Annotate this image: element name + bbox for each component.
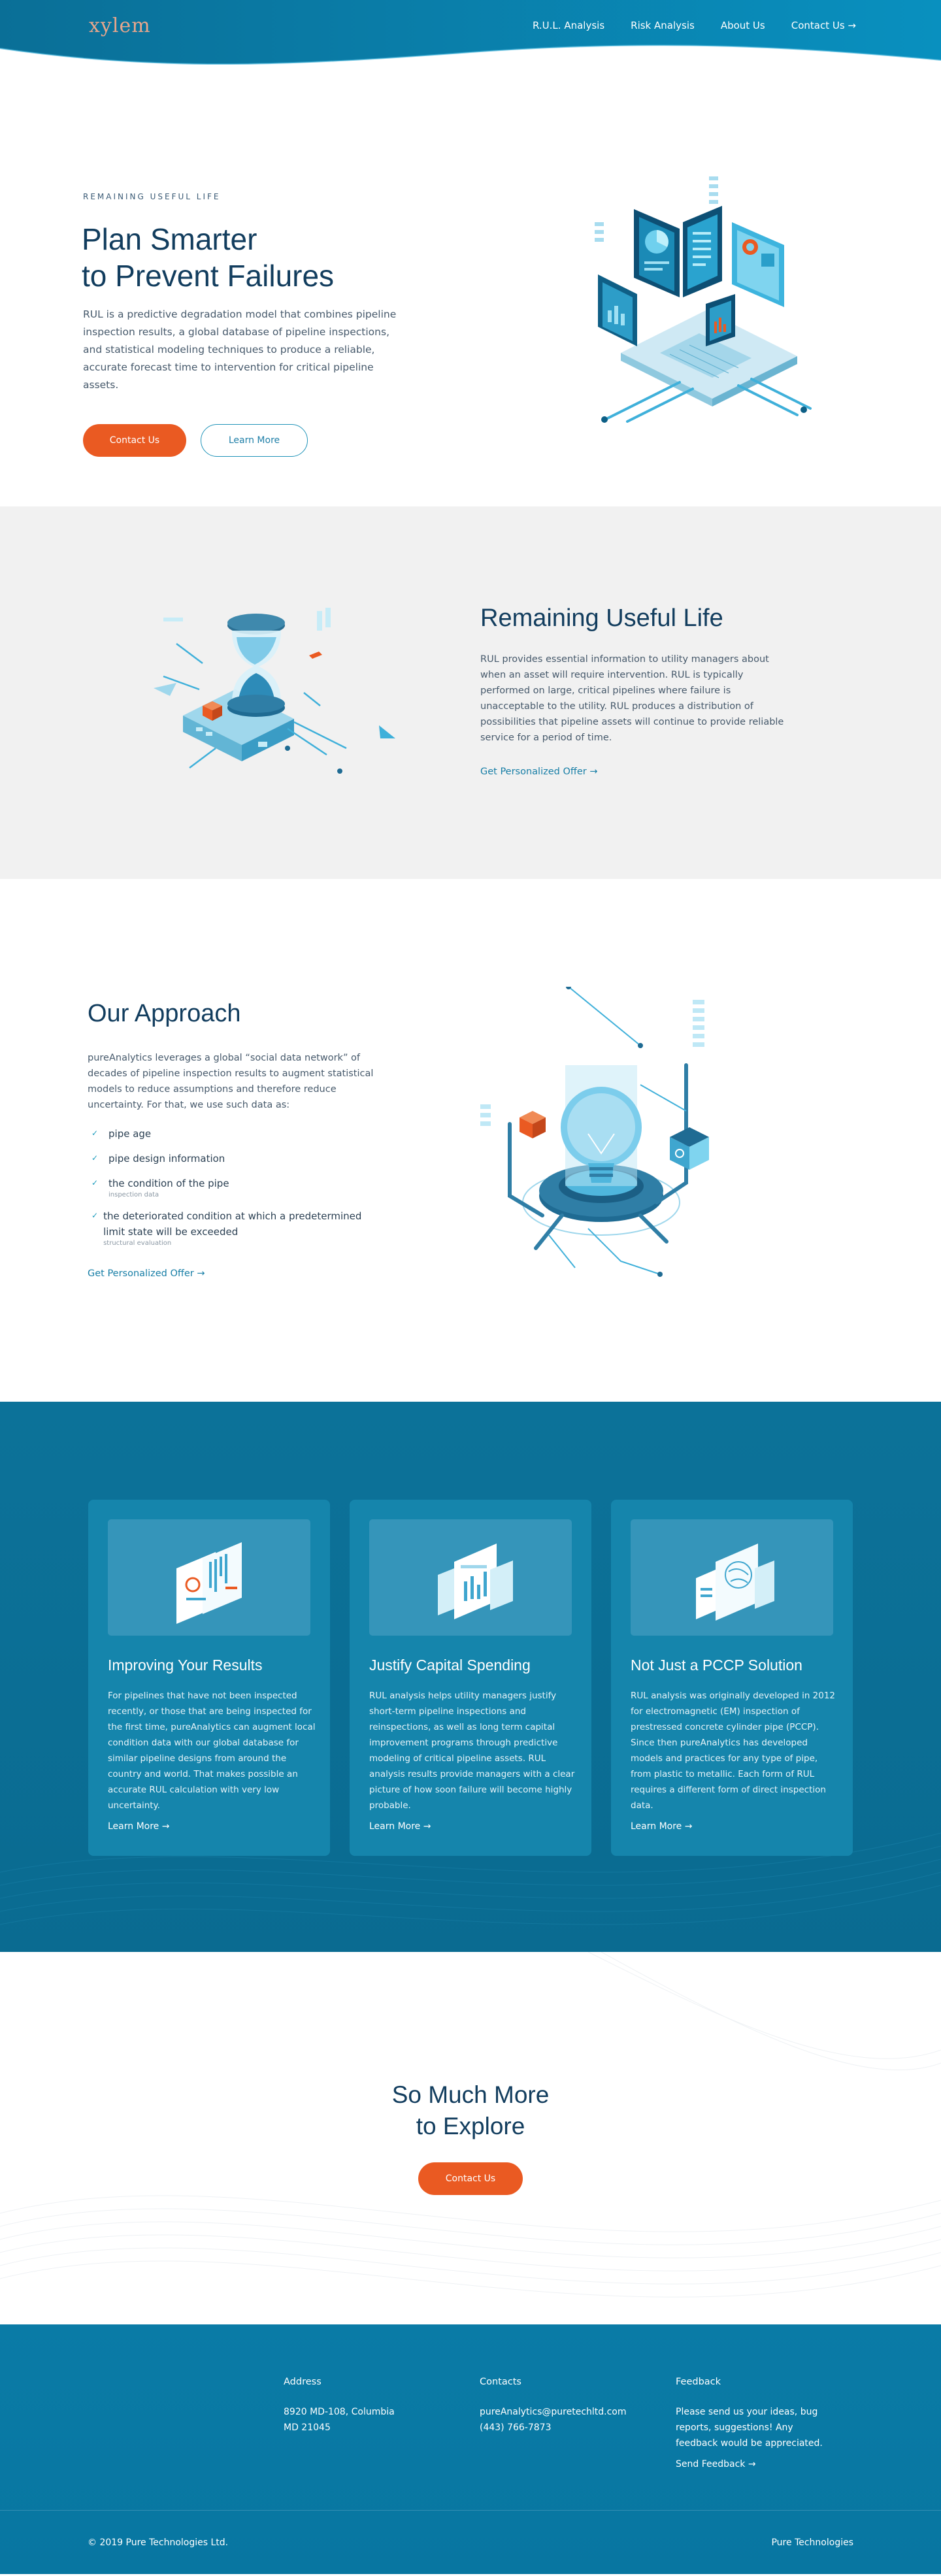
explore-title: So Much More to Explore — [0, 2079, 941, 2142]
lightbulb-illustration — [480, 987, 709, 1277]
card-learn-more-link[interactable]: Learn More → — [108, 1821, 169, 1832]
card-title: Not Just a PCCP Solution — [631, 1657, 802, 1674]
nav-risk-analysis[interactable]: Risk Analysis — [631, 20, 695, 31]
list-item: ✓ pipe design information — [91, 1151, 379, 1166]
list-item-text: the deteriorated condition at which a pr… — [103, 1210, 362, 1238]
list-item-text: pipe age — [108, 1128, 152, 1140]
checkmark-icon: ✓ — [91, 1129, 99, 1138]
feature-thumbnail — [631, 1519, 833, 1636]
footer-contacts: Contacts pureAnalytics@puretechltd.com (… — [480, 2377, 636, 2436]
list-item: ✓ pipe age — [91, 1126, 379, 1142]
rul-offer-link[interactable]: Get Personalized Offer → — [480, 767, 598, 777]
dashboard-illustration — [595, 176, 812, 423]
checkmark-icon: ✓ — [91, 1153, 99, 1163]
footer-divider — [0, 2510, 941, 2511]
hero-learn-more-button[interactable]: Learn More — [201, 424, 308, 457]
footer-feedback: Feedback Please send us your ideas, bug … — [676, 2377, 833, 2469]
card-text: RUL analysis was originally developed in… — [631, 1691, 836, 1811]
explore-title-line1: So Much More — [391, 2081, 550, 2108]
rul-title: Remaining Useful Life — [480, 604, 723, 632]
card-learn-more-link[interactable]: Learn More → — [369, 1821, 431, 1832]
card-text: RUL analysis helps utility managers just… — [369, 1691, 575, 1811]
send-feedback-link[interactable]: Send Feedback → — [676, 2459, 833, 2469]
card-text: For pipelines that have not been inspect… — [108, 1691, 316, 1811]
approach-offer-link[interactable]: Get Personalized Offer → — [88, 1268, 205, 1279]
hero-title-line1: Plan Smarter — [82, 222, 257, 256]
phone-link[interactable]: (443) 766-7873 — [480, 2420, 636, 2436]
feedback-text: Please send us your ideas, bug reports, … — [676, 2407, 823, 2449]
approach-data-list: ✓ pipe age ✓ pipe design information ✓ t… — [91, 1126, 379, 1257]
footer-address: Address 8920 MD-108, Columbia MD 21045 — [284, 2377, 440, 2436]
feature-thumbnail — [369, 1519, 572, 1636]
address-line: MD 21045 — [284, 2422, 331, 2433]
copyright: © 2019 Pure Technologies Ltd. — [88, 2537, 229, 2548]
rul-description: RUL provides essential information to ut… — [480, 654, 784, 743]
nav-about-us[interactable]: About Us — [721, 20, 765, 31]
card-title: Justify Capital Spending — [369, 1657, 531, 1674]
email-link[interactable]: pureAnalytics@puretechltd.com — [480, 2404, 636, 2420]
list-item: ✓ the deteriorated condition at which a … — [91, 1208, 379, 1247]
hero-contact-button[interactable]: Contact Us — [83, 424, 186, 457]
approach-section: Our Approach pureAnalytics leverages a g… — [0, 879, 941, 1402]
footer-heading: Contacts — [480, 2377, 521, 2387]
main-nav: R.U.L. Analysis Risk Analysis About Us C… — [533, 20, 856, 31]
hero-eyebrow: REMAINING USEFUL LIFE — [83, 192, 221, 201]
footer-heading: Feedback — [676, 2377, 721, 2387]
list-item-note: structural evaluation — [103, 1240, 172, 1247]
explore-title-line2: to Explore — [416, 2113, 525, 2139]
feature-card-results: Improving Your Results For pipelines tha… — [88, 1500, 330, 1856]
card-title: Improving Your Results — [108, 1657, 263, 1674]
list-item-text: pipe design information — [108, 1153, 225, 1164]
globe-report-icon — [696, 1544, 774, 1621]
feature-card-capital: Justify Capital Spending RUL analysis he… — [350, 1500, 591, 1856]
footer-brand-link[interactable]: Pure Technologies — [771, 2537, 853, 2548]
report-icon — [176, 1542, 242, 1624]
explore-section: So Much More to Explore Contact Us — [0, 1952, 941, 2324]
card-learn-more-link[interactable]: Learn More → — [631, 1821, 692, 1832]
list-item: ✓ the condition of the pipe inspection da… — [91, 1176, 379, 1199]
checkmark-icon: ✓ — [91, 1211, 99, 1220]
site-header: xylem R.U.L. Analysis Risk Analysis Abou… — [0, 0, 941, 72]
rul-section: Remaining Useful Life RUL provides essen… — [0, 506, 941, 879]
feature-thumbnail — [108, 1519, 310, 1636]
nav-contact-us[interactable]: Contact Us → — [791, 20, 856, 31]
checkmark-icon: ✓ — [91, 1178, 99, 1187]
feature-card-pccp: Not Just a PCCP Solution RUL analysis wa… — [611, 1500, 853, 1856]
charts-icon — [438, 1544, 513, 1619]
hero-section: REMAINING USEFUL LIFE Plan Smarter to Pr… — [0, 72, 941, 506]
approach-title: Our Approach — [88, 1000, 241, 1027]
list-item-note: inspection data — [108, 1191, 159, 1198]
list-item-text: the condition of the pipe — [108, 1178, 229, 1189]
nav-rul-analysis[interactable]: R.U.L. Analysis — [533, 20, 604, 31]
hourglass-illustration — [154, 608, 395, 774]
hero-title: Plan Smarter to Prevent Failures — [82, 221, 421, 294]
address-line: 8920 MD-108, Columbia — [284, 2407, 395, 2417]
site-footer: Address 8920 MD-108, Columbia MD 21045 C… — [0, 2324, 941, 2574]
explore-contact-button[interactable]: Contact Us — [418, 2162, 523, 2195]
features-section: Improving Your Results For pipelines tha… — [0, 1402, 941, 1952]
xylem-logo[interactable]: xylem — [89, 14, 151, 37]
hero-title-line2: to Prevent Failures — [82, 259, 335, 293]
approach-description: pureAnalytics leverages a global “social… — [88, 1053, 374, 1110]
hero-description: RUL is a predictive degradation model th… — [83, 308, 397, 391]
footer-heading: Address — [284, 2377, 322, 2387]
